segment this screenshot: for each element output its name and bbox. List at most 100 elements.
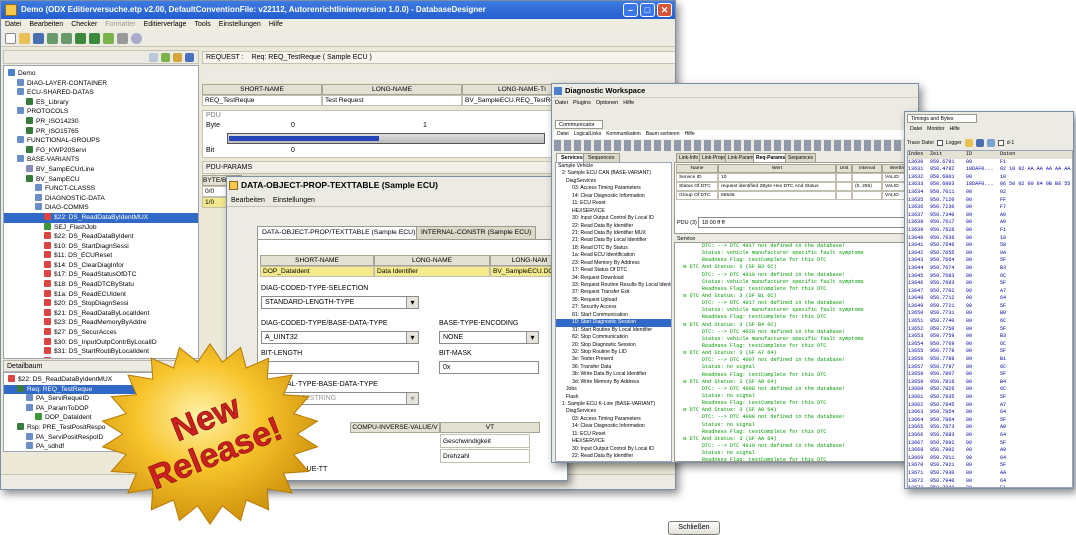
service-item[interactable]: 03: Access Timing Parameters [556, 185, 671, 192]
tab-internal-constr[interactable]: INTERNAL-CONSTR (Sample ECU) [416, 226, 537, 239]
param-cell[interactable]: (0, 255) [852, 182, 882, 191]
dlg-short-name-cell[interactable]: DOP_DataIdent [260, 266, 374, 277]
trace-row[interactable]: 13671 950.7930 00 AA [908, 470, 1072, 478]
tree-item[interactable]: FUNCT-CLASSS [4, 184, 198, 194]
tree-item[interactable]: $20: DS_StopDiagnSessi [4, 299, 198, 309]
filter-icon[interactable] [149, 52, 158, 62]
service-item[interactable]: 36: Transfer Data [556, 364, 671, 371]
tree-item[interactable]: $27: DS_SecurAcces [4, 328, 198, 338]
menu-editierverlage[interactable]: Editierverlage [144, 19, 187, 31]
tree-item[interactable]: $17: DS_ReadStatusOfDTC [4, 270, 198, 280]
param-col-header[interactable]: Name [676, 164, 718, 173]
service-item[interactable]: 3b: Write Data By Local Identifier [556, 371, 671, 378]
service-log[interactable]: DTC: --> DTC 4017 not defined in the dat… [674, 242, 918, 462]
trace-row[interactable]: 13665 950.7873 00 A8 [908, 424, 1072, 432]
tree-item[interactable]: DIAG-COMMS [4, 203, 198, 213]
param-col-header[interactable]: Interval [852, 164, 882, 173]
tree-item[interactable]: BV_SampECU [4, 174, 198, 185]
col-long-name[interactable]: LONG-NAME [322, 84, 462, 95]
vt-cell-0[interactable]: Geschwindigkeit [440, 434, 530, 448]
tree-item[interactable]: PR_ISO14230 [4, 116, 198, 127]
svc-group[interactable]: DiagServices [556, 408, 671, 415]
minimize-button[interactable]: – [623, 3, 638, 17]
param-cell[interactable]: 10 [718, 173, 836, 182]
trace-row[interactable]: 13641 950.7646 00 58 [908, 242, 1072, 250]
tree-item[interactable]: $22: DS_ReadDataByIdent [4, 232, 198, 242]
tree-item[interactable]: PROTOCOLS [4, 107, 198, 117]
tree-item[interactable]: BASE-VARIANTS [4, 155, 198, 165]
tree-item[interactable]: FUNCTIONAL-GROUPS [4, 136, 198, 146]
tree-item[interactable]: $21: DS_ReadDataByLocalIdent [4, 308, 198, 319]
service-item[interactable]: 03: Access Timing Parameters [556, 416, 671, 423]
service-item[interactable]: 22: Read Data By Identifier [556, 453, 671, 460]
trace-row[interactable]: 13645 950.7683 00 6C [908, 273, 1072, 281]
menu-formatter[interactable]: Formatter [105, 19, 135, 31]
trace-col-header[interactable]: Zeit [930, 151, 966, 159]
service-item[interactable]: 21: Read Data By Local Identifier [556, 237, 671, 244]
comm-menu-datei[interactable]: Datei [557, 130, 569, 139]
dialog-menu-einstellungen[interactable]: Einstellungen [273, 194, 315, 206]
trace-row[interactable]: 13663 950.7854 00 64 [908, 409, 1072, 417]
tree-item[interactable]: $14: DS_ClearDiagInfor [4, 260, 198, 271]
trace-row[interactable]: 13660 950.7826 00 6C [908, 386, 1072, 394]
col-short-name[interactable]: SHORT-NAME [202, 84, 322, 95]
service-item[interactable]: 3e: Tester Present [556, 356, 671, 363]
save-icon[interactable] [33, 33, 44, 44]
tree-item[interactable]: SEJ_FlashJob [4, 222, 198, 233]
tree-item[interactable]: ES_Library [4, 97, 198, 108]
trace-row[interactable]: 13630 950.6791 00 F1 [908, 159, 1072, 167]
service-item[interactable]: 11: ECU Reset [556, 200, 671, 207]
tab-req-params[interactable]: Req-Params [753, 153, 789, 162]
tm-menu-hilfe[interactable]: Hilfe [949, 125, 959, 134]
param-col-header[interactable]: Wert [718, 164, 836, 173]
trace-row[interactable]: 13631 950.4792 18DAF0... 02 10 02 AA AA AA … [908, 166, 1072, 174]
service-item[interactable]: 1a: Read ECU Identification [556, 252, 671, 259]
menu-bearbeiten[interactable]: Bearbeiten [29, 19, 63, 31]
service-item[interactable]: 82: Stop Communication [556, 334, 671, 341]
dlg-col-short-name[interactable]: SHORT-NAME [260, 255, 374, 266]
service-item[interactable]: 21: Read Data By Identifier MUX [556, 230, 671, 237]
tree-item[interactable]: $22: DS_ReadDataByIdentMUX [4, 212, 198, 223]
bit-mask-input[interactable]: 0x [439, 361, 539, 374]
svc-group[interactable]: Jobs [556, 386, 671, 393]
trace-row[interactable]: 13633 950.6803 18DAF0... 06 50 02 00 64 0B … [908, 181, 1072, 189]
param-cell[interactable] [836, 191, 852, 200]
menu-datei[interactable]: Datei [5, 19, 21, 31]
svc-diag-group[interactable]: DiagServices [556, 178, 671, 185]
tree-item[interactable]: DIAG-LAYER-CONTAINER [4, 78, 198, 89]
trace-col-header[interactable]: Index [908, 151, 930, 159]
trace-row[interactable]: 13649 950.7721 00 5F [908, 303, 1072, 311]
add-icon[interactable] [75, 33, 86, 44]
trace-row[interactable]: 13659 950.7816 00 B4 [908, 379, 1072, 387]
schliessen-button[interactable]: Schließen [668, 521, 720, 535]
service-item[interactable]: 81: Start Communication [556, 312, 671, 319]
trace-row[interactable]: 13632 950.6801 00 10 [908, 174, 1072, 182]
tree-item[interactable]: $10: DS_StartDiagnSessi [4, 241, 198, 252]
param-cell[interactable] [836, 182, 852, 191]
svc-group[interactable]: 1: Sample ECU K-Line (BASE-VARIANT) [556, 401, 671, 408]
trace-row[interactable]: 13655 950.7778 00 5F [908, 348, 1072, 356]
tree-item[interactable]: ECU-SHARED-DATAS [4, 88, 198, 98]
dialog-title-bar[interactable]: DATA-OBJECT-PROP-TEXTTABLE (Sample ECU) [227, 177, 567, 194]
folder-icon[interactable] [964, 139, 973, 147]
trace-row[interactable]: 13651 950.7740 00 6C [908, 318, 1072, 326]
redo-icon[interactable] [61, 33, 72, 44]
tree-item[interactable]: Demo [4, 69, 198, 79]
trace-row[interactable]: 13643 950.7664 00 5F [908, 257, 1072, 265]
services-tree[interactable]: Sample Vehicle 2: Sample ECU CAN (BASE-VA… [555, 162, 672, 462]
trace-row[interactable]: 13634 950.7011 00 02 [908, 189, 1072, 197]
trace-row[interactable]: 13646 950.7693 00 5F [908, 280, 1072, 288]
trace-row[interactable]: 13652 950.7750 00 5F [908, 326, 1072, 334]
tab-sequences[interactable]: Sequences [583, 153, 620, 162]
comm-menu-hilfe[interactable]: Hilfe [685, 130, 695, 139]
new-icon[interactable] [5, 33, 16, 44]
param-cell[interactable]: Group Of DTC [676, 191, 718, 200]
service-item[interactable]: 30: Input Output Control By Local ID [556, 215, 671, 222]
service-item[interactable]: 22: Read Data By Identifier [556, 223, 671, 230]
trace-row[interactable]: 13664 950.7864 00 5F [908, 417, 1072, 425]
maximize-button[interactable]: □ [640, 3, 655, 17]
trace-col-header[interactable]: ID [966, 151, 1000, 159]
diag-sel-combo[interactable]: STANDARD-LENGTH-TYPE [261, 296, 419, 309]
service-item[interactable]: 37: Request Transfer Exit [556, 289, 671, 296]
service-item[interactable]: 23: Read Memory By Address [556, 260, 671, 267]
